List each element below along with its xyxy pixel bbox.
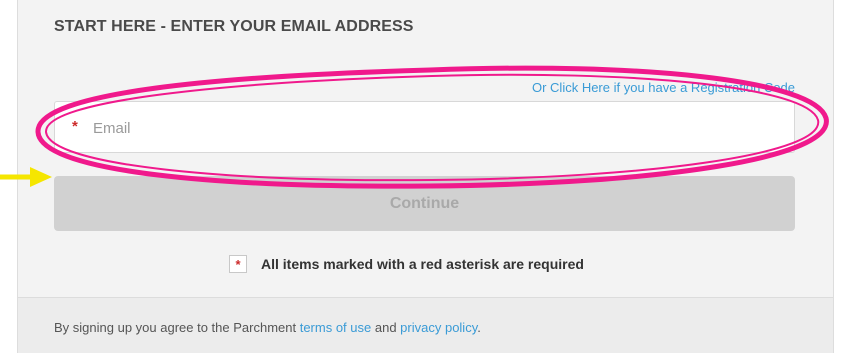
- privacy-policy-link[interactable]: privacy policy: [400, 320, 477, 335]
- email-input[interactable]: [91, 114, 785, 142]
- terms-prefix: By signing up you agree to the Parchment: [54, 320, 300, 335]
- required-note-text: All items marked with a red asterisk are…: [261, 256, 584, 272]
- divider: [18, 297, 833, 298]
- terms-middle: and: [371, 320, 401, 335]
- continue-button[interactable]: Continue: [54, 176, 795, 231]
- section-heading: START HERE - ENTER YOUR EMAIL ADDRESS: [54, 18, 414, 35]
- terms-of-use-link[interactable]: terms of use: [300, 320, 372, 335]
- required-note: * All items marked with a red asterisk a…: [229, 252, 584, 276]
- registration-code-link[interactable]: Or Click Here if you have a Registration…: [532, 80, 795, 95]
- terms-text: By signing up you agree to the Parchment…: [54, 320, 481, 335]
- terms-suffix: .: [477, 320, 481, 335]
- email-field-container[interactable]: *: [54, 101, 795, 153]
- required-asterisk: *: [72, 118, 78, 135]
- required-asterisk-box: *: [229, 255, 247, 273]
